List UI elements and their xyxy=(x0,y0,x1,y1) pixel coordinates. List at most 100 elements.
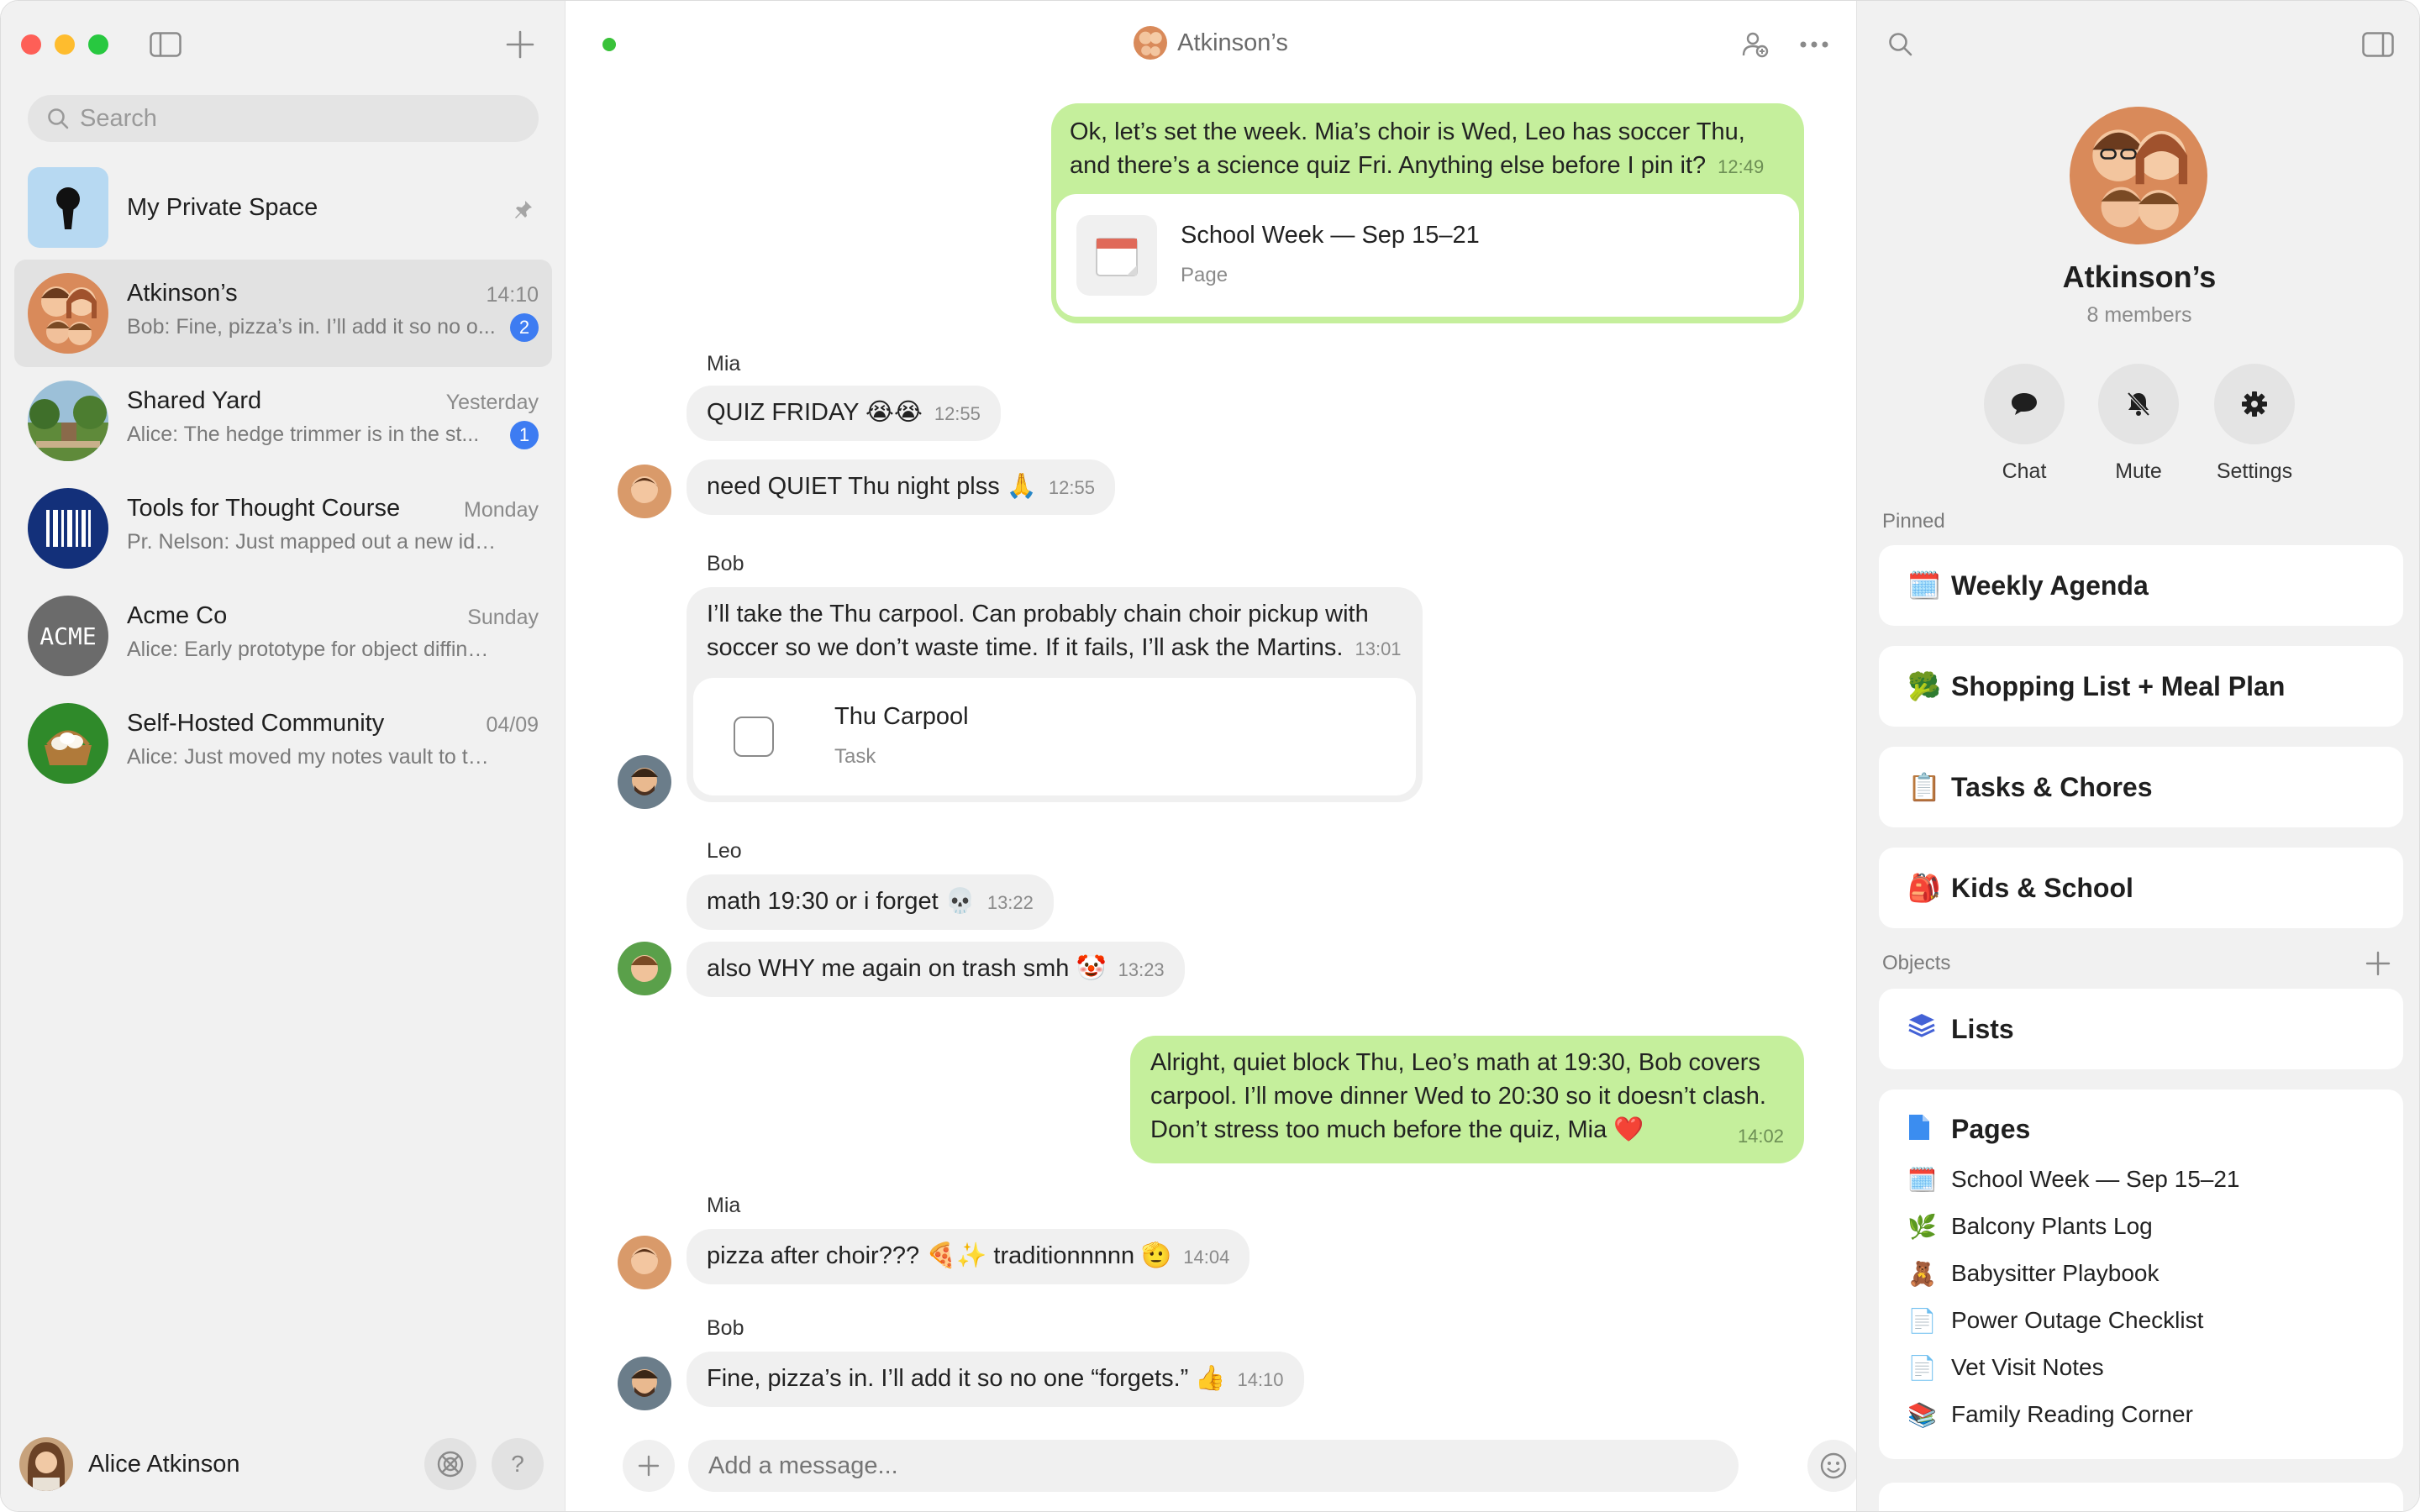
task-attachment-card[interactable]: Thu Carpool Task xyxy=(693,678,1416,795)
message-incoming[interactable]: QUIZ FRIDAY 😭😭 12:55 xyxy=(687,386,1001,441)
pinned-kids-school[interactable]: 🎒 Kids & School xyxy=(1879,848,2403,928)
window-controls xyxy=(21,34,108,55)
page-item[interactable]: 📚 Family Reading Corner xyxy=(1907,1391,2375,1438)
chat-preview: Alice: Just moved my notes vault to the … xyxy=(127,745,497,769)
sender-name: Mia xyxy=(707,1194,741,1217)
bob-avatar[interactable] xyxy=(618,755,671,809)
chat-item-self-hosted[interactable]: Self-Hosted Community 04/09 Alice: Just … xyxy=(14,690,552,797)
message-outgoing[interactable]: Alright, quiet block Thu, Leo’s math at … xyxy=(1130,1036,1804,1163)
message-outgoing[interactable]: Ok, let’s set the week. Mia’s choir is W… xyxy=(1051,103,1804,323)
right-panel-toggle-icon[interactable] xyxy=(2361,28,2395,61)
more-options-icon[interactable] xyxy=(1797,28,1831,61)
help-button[interactable]: ? xyxy=(492,1438,544,1490)
member-count[interactable]: 8 members xyxy=(1857,303,2419,328)
message-incoming[interactable]: Fine, pizza’s in. I’ll add it so no one … xyxy=(687,1352,1304,1407)
mute-action[interactable]: Mute xyxy=(2092,364,2185,484)
message-text: Fine, pizza’s in. I’ll add it so no one … xyxy=(707,1365,1226,1392)
app-window: Search My Private Space Atkinson’s 14:10… xyxy=(0,0,2420,1512)
zoom-window-button[interactable] xyxy=(88,34,108,55)
message-time: 14:02 xyxy=(1737,1126,1784,1147)
attach-plus-icon[interactable] xyxy=(623,1440,675,1492)
message-text: math 19:30 or i forget 💀 xyxy=(707,888,976,915)
chat-header[interactable]: Atkinson’s xyxy=(566,26,1856,60)
page-item[interactable]: 🧸 Babysitter Playbook xyxy=(1907,1250,2375,1297)
card-title: Thu Carpool xyxy=(834,703,969,730)
new-chat-plus-icon[interactable] xyxy=(503,28,537,61)
message-incoming[interactable]: math 19:30 or i forget 💀 13:22 xyxy=(687,874,1054,930)
page-title: School Week — Sep 15–21 xyxy=(1951,1166,2240,1192)
leo-avatar[interactable] xyxy=(618,942,671,995)
pages-section: Pages 🗓️ School Week — Sep 15–21 🌿 Balcony… xyxy=(1879,1089,2403,1459)
pin-icon[interactable] xyxy=(513,199,534,223)
task-checkbox[interactable] xyxy=(734,717,774,757)
page-item[interactable]: 📄 Vet Visit Notes xyxy=(1907,1344,2375,1391)
sidebar-toggle-icon[interactable] xyxy=(149,28,182,61)
sync-status-button[interactable] xyxy=(424,1438,476,1490)
close-window-button[interactable] xyxy=(21,34,41,55)
page-attachment-card[interactable]: School Week — Sep 15–21 Page xyxy=(1056,194,1799,317)
keyhole-icon xyxy=(28,167,108,248)
chat-time: Yesterday xyxy=(445,391,539,414)
search-icon xyxy=(48,108,69,129)
unread-badge: 1 xyxy=(510,421,539,449)
chat-name: Shared Yard xyxy=(127,387,262,414)
message-text: pizza after choir??? 🍕✨ traditionnnnn 🫡 xyxy=(707,1242,1172,1269)
unread-badge: 2 xyxy=(510,313,539,342)
next-object-card[interactable] xyxy=(1879,1483,2403,1511)
chat-panel: Atkinson’s Ok, let’s set the week. Mia’s… xyxy=(566,1,1860,1511)
chat-action[interactable]: Chat xyxy=(1978,364,2070,484)
pinned-weekly-agenda[interactable]: 🗓️ Weekly Agenda xyxy=(1879,545,2403,626)
user-avatar[interactable] xyxy=(19,1437,73,1491)
search-icon[interactable] xyxy=(1884,28,1918,61)
settings-action[interactable]: Settings xyxy=(2208,364,2301,484)
card-subtitle: Page xyxy=(1181,264,1228,286)
document-icon: 📄 xyxy=(1907,1354,1937,1381)
message-incoming[interactable]: also WHY me again on trash smh 🤡 13:23 xyxy=(687,942,1185,997)
message-text: QUIZ FRIDAY 😭😭 xyxy=(707,399,923,426)
page-item[interactable]: 🗓️ School Week — Sep 15–21 xyxy=(1907,1156,2375,1203)
chat-preview: Alice: The hedge trimmer is in the st... xyxy=(127,423,480,446)
page-title: Family Reading Corner xyxy=(1951,1401,2193,1427)
message-time: 14:10 xyxy=(1237,1369,1284,1390)
pinned-shopping-list[interactable]: 🥦 Shopping List + Meal Plan xyxy=(1879,646,2403,727)
stack-icon xyxy=(1907,1012,1941,1046)
message-text: I’ll take the Thu carpool. Can probably … xyxy=(707,601,1369,661)
message-incoming[interactable]: pizza after choir??? 🍕✨ traditionnnnn 🫡 1… xyxy=(687,1229,1250,1284)
add-object-plus-icon[interactable] xyxy=(2363,948,2393,979)
chat-name: Acme Co xyxy=(127,602,228,629)
chat-time: 14:10 xyxy=(486,283,539,307)
broccoli-icon: 🥦 xyxy=(1907,671,1941,701)
add-member-icon[interactable] xyxy=(1739,28,1772,61)
message-text: also WHY me again on trash smh 🤡 xyxy=(707,955,1107,982)
mia-avatar[interactable] xyxy=(618,1236,671,1289)
chat-name: Atkinson’s xyxy=(127,280,238,307)
pinned-title: Kids & School xyxy=(1951,872,2133,903)
page-item[interactable]: 🌿 Balcony Plants Log xyxy=(1907,1203,2375,1250)
pinned-title: Weekly Agenda xyxy=(1951,570,2149,601)
card-title: School Week — Sep 15–21 xyxy=(1181,222,1480,249)
message-incoming[interactable]: need QUIET Thu night plss 🙏 12:55 xyxy=(687,459,1115,515)
objects-lists[interactable]: Lists xyxy=(1879,989,2403,1069)
message-input[interactable] xyxy=(688,1440,1739,1492)
pinned-tasks-chores[interactable]: 📋 Tasks & Chores xyxy=(1879,747,2403,827)
pinned-section-label: Pinned xyxy=(1882,510,1945,533)
chat-item-tools-for-thought[interactable]: Tools for Thought Course Monday Pr. Nels… xyxy=(14,475,552,582)
gear-icon xyxy=(2214,364,2295,444)
message-time: 13:01 xyxy=(1355,638,1402,659)
private-space-item[interactable]: My Private Space xyxy=(14,160,552,255)
pages-header[interactable]: Pages xyxy=(1907,1113,2375,1146)
message-incoming[interactable]: I’ll take the Thu carpool. Can probably … xyxy=(687,587,1423,802)
mia-avatar[interactable] xyxy=(618,465,671,518)
barcode-avatar xyxy=(28,488,108,569)
bob-avatar[interactable] xyxy=(618,1357,671,1410)
minimize-window-button[interactable] xyxy=(55,34,75,55)
action-label: Chat xyxy=(2002,459,2047,483)
search-field[interactable]: Search xyxy=(28,95,539,142)
chat-item-shared-yard[interactable]: Shared Yard Yesterday Alice: The hedge t… xyxy=(14,367,552,475)
chat-item-acme-co[interactable]: ACME Acme Co Sunday Alice: Early prototy… xyxy=(14,582,552,690)
page-item[interactable]: 📄 Power Outage Checklist xyxy=(1907,1297,2375,1344)
emoji-icon[interactable] xyxy=(1807,1440,1860,1492)
chat-item-atkinsons[interactable]: Atkinson’s 14:10 Bob: Fine, pizza’s in. … xyxy=(14,260,552,367)
chat-title: Atkinson’s xyxy=(1177,29,1288,56)
chat-header-avatar xyxy=(1134,26,1168,60)
